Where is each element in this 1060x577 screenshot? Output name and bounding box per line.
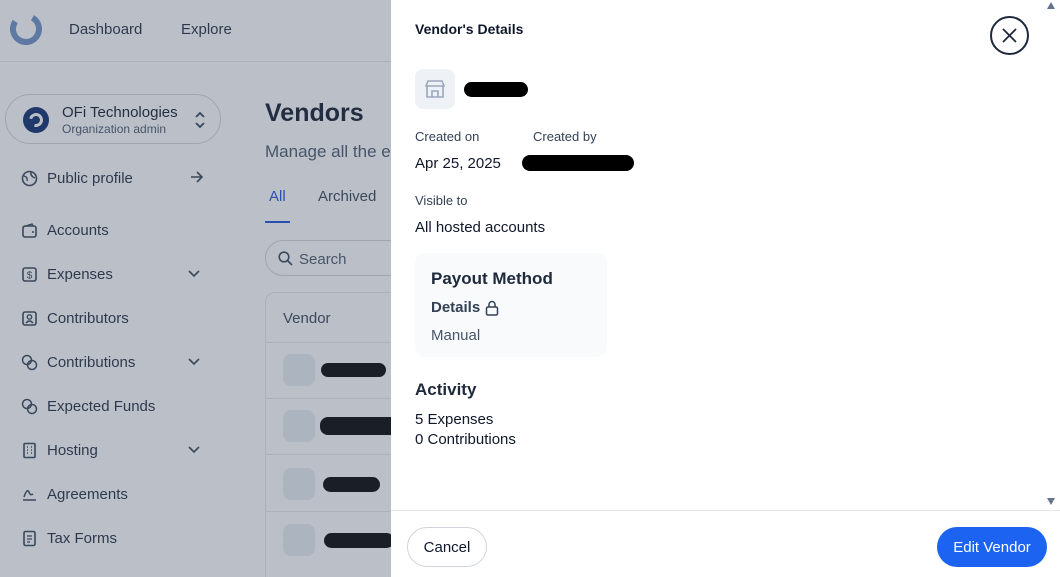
redacted-created-by — [522, 155, 634, 171]
drawer-scrollbar[interactable] — [1042, 0, 1060, 510]
created-by-label: Created by — [533, 129, 597, 144]
scroll-up-arrow-icon[interactable] — [1047, 2, 1055, 9]
close-icon — [1002, 28, 1017, 43]
visible-to-value: All hosted accounts — [415, 219, 546, 236]
close-button[interactable] — [990, 16, 1029, 55]
scroll-down-arrow-icon[interactable] — [1047, 498, 1055, 505]
modal-backdrop[interactable] — [0, 0, 391, 577]
edit-vendor-button[interactable]: Edit Vendor — [937, 527, 1047, 567]
payout-method-title: Payout Method — [431, 269, 553, 288]
created-on-label: Created on — [415, 129, 480, 144]
vendor-details-drawer: Vendor's Details Created on Created by A… — [391, 0, 1060, 577]
created-on-value: Apr 25, 2025 — [415, 155, 501, 172]
store-icon — [424, 80, 446, 98]
payout-method-value: Manual — [431, 327, 481, 344]
activity-expenses: 5 Expenses — [415, 411, 494, 428]
cancel-button[interactable]: Cancel — [407, 527, 487, 567]
footer-divider — [391, 510, 1060, 511]
redacted-vendor-name — [464, 82, 528, 97]
activity-title: Activity — [415, 380, 477, 399]
payout-details-label: Details — [431, 299, 481, 316]
activity-contributions: 0 Contributions — [415, 431, 516, 448]
vendor-avatar — [415, 69, 455, 109]
visible-to-label: Visible to — [415, 193, 468, 208]
payout-method-card: Payout Method Details Manual — [415, 253, 607, 357]
lock-icon — [485, 300, 499, 316]
drawer-title: Vendor's Details — [415, 21, 524, 37]
